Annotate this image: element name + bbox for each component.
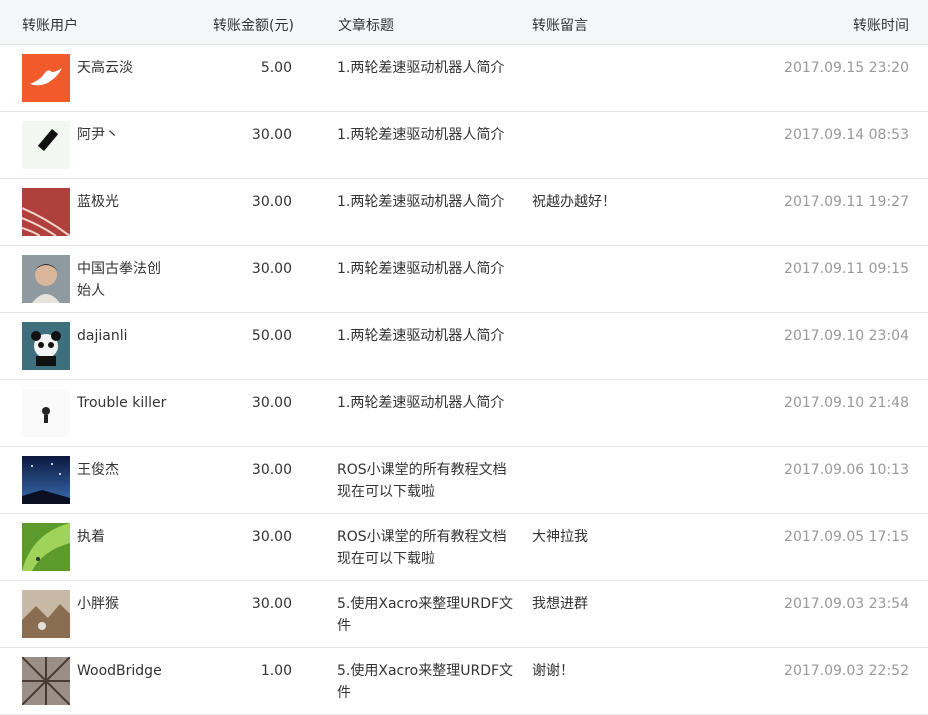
time: 2017.09.03 22:52: [784, 663, 909, 679]
user-name[interactable]: 中国古拳法创始人: [77, 258, 167, 302]
table-row: 蓝极光 30.00 1.两轮差速驱动机器人简介 祝越办越好！ 2017.09.1…: [0, 179, 928, 246]
table-row: Trouble killer 30.00 1.两轮差速驱动机器人简介 2017.…: [0, 380, 928, 447]
header-amount: 转账金额(元): [213, 18, 294, 34]
table-row: 天高云淡 5.00 1.两轮差速驱动机器人简介 2017.09.15 23:20: [0, 45, 928, 112]
header-time: 转账时间: [853, 18, 909, 34]
leaf-avatar[interactable]: [22, 523, 70, 571]
amount: 30.00: [251, 462, 292, 478]
header-message: 转账留言: [532, 18, 588, 34]
message: 大神拉我: [532, 529, 588, 545]
time: 2017.09.05 17:15: [784, 529, 909, 545]
message: 我想进群: [532, 596, 588, 612]
amount: 50.00: [251, 328, 292, 344]
amount: 5.00: [260, 60, 292, 76]
user-name[interactable]: dajianli: [77, 325, 167, 347]
amount: 30.00: [251, 395, 292, 411]
time: 2017.09.10 21:48: [784, 395, 909, 411]
time: 2017.09.11 09:15: [784, 261, 909, 277]
table-row: dajianli 50.00 1.两轮差速驱动机器人简介 2017.09.10 …: [0, 313, 928, 380]
time: 2017.09.03 23:54: [784, 596, 909, 612]
table-row: 阿尹丶 30.00 1.两轮差速驱动机器人简介 2017.09.14 08:53: [0, 112, 928, 179]
article-title[interactable]: ROS小课堂的所有教程文档现在可以下载啦: [337, 459, 517, 503]
amount: 30.00: [251, 529, 292, 545]
panda-avatar[interactable]: [22, 322, 70, 370]
bird-avatar[interactable]: [22, 54, 70, 102]
user-name[interactable]: 蓝极光: [77, 191, 167, 213]
user-name[interactable]: 小胖猴: [77, 593, 167, 615]
article-title[interactable]: 1.两轮差速驱动机器人简介: [337, 392, 517, 414]
transfer-table: 转账用户 转账金额(元) 文章标题 转账留言 转账时间 天高云淡 5.00 1.…: [0, 0, 928, 715]
amount: 30.00: [251, 194, 292, 210]
header-title: 文章标题: [338, 18, 394, 34]
article-title[interactable]: 5.使用Xacro来整理URDF文件: [337, 593, 517, 637]
amount: 1.00: [260, 663, 292, 679]
time: 2017.09.11 19:27: [784, 194, 909, 210]
umbrella-avatar[interactable]: [22, 657, 70, 705]
user-name[interactable]: 阿尹丶: [77, 124, 167, 146]
amount: 30.00: [251, 596, 292, 612]
table-row: 王俊杰 30.00 ROS小课堂的所有教程文档现在可以下载啦 2017.09.0…: [0, 447, 928, 514]
user-name[interactable]: 执着: [77, 526, 167, 548]
mountain-avatar[interactable]: [22, 590, 70, 638]
diamond-avatar[interactable]: [22, 121, 70, 169]
amount: 30.00: [251, 261, 292, 277]
message: 谢谢！: [532, 663, 574, 679]
time: 2017.09.15 23:20: [784, 60, 909, 76]
table-row: 小胖猴 30.00 5.使用Xacro来整理URDF文件 我想进群 2017.0…: [0, 581, 928, 648]
figure-avatar[interactable]: [22, 389, 70, 437]
track-avatar[interactable]: [22, 188, 70, 236]
article-title[interactable]: 1.两轮差速驱动机器人简介: [337, 258, 517, 280]
amount: 30.00: [251, 127, 292, 143]
user-name[interactable]: Trouble killer: [77, 392, 167, 414]
table-header: 转账用户 转账金额(元) 文章标题 转账留言 转账时间: [0, 0, 928, 45]
user-name[interactable]: 王俊杰: [77, 459, 167, 481]
user-name[interactable]: WoodBridge: [77, 660, 167, 682]
portrait-avatar[interactable]: [22, 255, 70, 303]
message: 祝越办越好！: [532, 194, 616, 210]
user-name[interactable]: 天高云淡: [77, 57, 167, 79]
article-title[interactable]: 1.两轮差速驱动机器人简介: [337, 124, 517, 146]
table-row: 执着 30.00 ROS小课堂的所有教程文档现在可以下载啦 大神拉我 2017.…: [0, 514, 928, 581]
time: 2017.09.10 23:04: [784, 328, 909, 344]
article-title[interactable]: ROS小课堂的所有教程文档现在可以下载啦: [337, 526, 517, 570]
table-row: 中国古拳法创始人 30.00 1.两轮差速驱动机器人简介 2017.09.11 …: [0, 246, 928, 313]
header-user: 转账用户: [22, 18, 78, 34]
article-title[interactable]: 5.使用Xacro来整理URDF文件: [337, 660, 517, 704]
night-sky-avatar[interactable]: [22, 456, 70, 504]
article-title[interactable]: 1.两轮差速驱动机器人简介: [337, 191, 517, 213]
time: 2017.09.14 08:53: [784, 127, 909, 143]
article-title[interactable]: 1.两轮差速驱动机器人简介: [337, 325, 517, 347]
table-row: WoodBridge 1.00 5.使用Xacro来整理URDF文件 谢谢！ 2…: [0, 648, 928, 715]
article-title[interactable]: 1.两轮差速驱动机器人简介: [337, 57, 517, 79]
time: 2017.09.06 10:13: [784, 462, 909, 478]
